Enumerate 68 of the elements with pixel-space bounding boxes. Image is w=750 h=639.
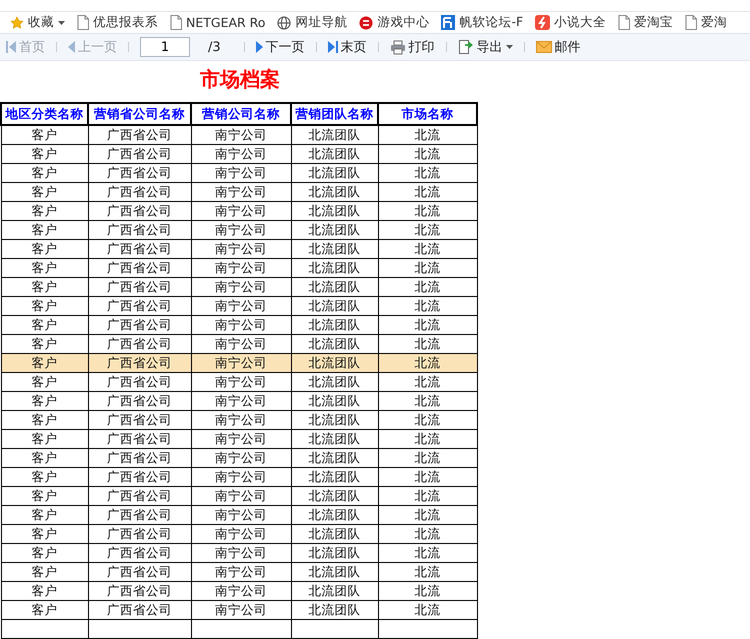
first-page-icon bbox=[6, 41, 16, 54]
table-row[interactable]: 客户 广西省公司 南宁公司 北流团队 北流 bbox=[1, 316, 477, 334]
table-row[interactable]: 客户 广西省公司 南宁公司 北流团队 北流 bbox=[1, 600, 477, 620]
novel-logo-icon bbox=[535, 15, 550, 30]
print-button[interactable]: 打印 bbox=[388, 38, 437, 56]
table-row[interactable]: 客户 广西省公司 南宁公司 北流团队 北流 bbox=[1, 544, 477, 562]
table-row[interactable]: 客户 广西省公司 南宁公司 北流团队 北流 bbox=[1, 392, 477, 410]
bookmark-link[interactable]: 收藏 bbox=[10, 14, 65, 32]
table-row[interactable]: 客户 广西省公司 南宁公司 北流团队 北流 bbox=[1, 220, 477, 240]
star-icon bbox=[10, 16, 24, 30]
previous-icon bbox=[68, 41, 75, 54]
document-icon bbox=[77, 15, 89, 30]
table-row[interactable]: 客户 广西省公司 南宁公司 北流团队 北流 bbox=[1, 410, 477, 430]
bookmark-link[interactable]: 帆软论坛-F bbox=[441, 14, 524, 32]
document-icon bbox=[618, 15, 630, 30]
bookmark-link[interactable]: 小说大全 bbox=[535, 14, 606, 32]
bookmark-link[interactable]: 优思报表系 bbox=[77, 14, 158, 32]
globe-icon bbox=[277, 16, 292, 30]
table-row[interactable]: 客户 广西省公司 南宁公司 北流团队 北流 bbox=[1, 448, 477, 468]
table-cell: 客户 bbox=[1, 600, 88, 620]
game-logo-icon bbox=[359, 16, 374, 30]
table-cell: 北流 bbox=[378, 600, 477, 620]
column-header: 地区分类名称 bbox=[1, 103, 88, 125]
table-row[interactable]: 客户 广西省公司 南宁公司 北流团队 北流 bbox=[1, 524, 477, 544]
column-header: 营销公司名称 bbox=[191, 103, 291, 125]
export-button[interactable]: 导出 bbox=[456, 38, 515, 56]
column-header: 市场名称 bbox=[378, 103, 477, 125]
bookmark-link[interactable]: 爱淘 bbox=[685, 14, 728, 32]
next-icon bbox=[256, 41, 263, 54]
table-cell: 广西省公司 bbox=[88, 600, 191, 620]
table-row[interactable]: 客户 广西省公司 南宁公司 北流团队 北流 bbox=[1, 164, 477, 182]
mail-icon bbox=[536, 41, 552, 54]
document-icon bbox=[685, 15, 698, 30]
table-row[interactable]: 客户 广西省公司 南宁公司 北流团队 北流 bbox=[1, 182, 477, 202]
table-row[interactable]: 客户 广西省公司 南宁公司 北流团队 北流 bbox=[1, 258, 477, 278]
column-header: 营销省公司名称 bbox=[88, 103, 191, 125]
forum-logo-icon bbox=[441, 15, 456, 30]
table-row[interactable]: 客户 广西省公司 南宁公司 北流团队 北流 bbox=[1, 144, 477, 164]
table-cell: 南宁公司 bbox=[191, 600, 291, 620]
next-page-button[interactable]: 下一页 bbox=[254, 38, 307, 56]
table-row[interactable]: 客户 广西省公司 南宁公司 北流团队 北流 bbox=[1, 582, 477, 600]
table-row[interactable]: 客户 广西省公司 南宁公司 北流团队 北流 bbox=[1, 125, 477, 144]
table-row[interactable]: 客户 广西省公司 南宁公司 北流团队 北流 bbox=[1, 430, 477, 448]
table-row[interactable]: 客户 广西省公司 南宁公司 北流团队 北流 bbox=[1, 334, 477, 354]
table-row[interactable]: 客户 广西省公司 南宁公司 北流团队 北流 bbox=[1, 506, 477, 524]
table-cell: 北流团队 bbox=[291, 600, 378, 620]
export-icon bbox=[458, 39, 474, 56]
table-row[interactable]: 客户 广西省公司 南宁公司 北流团队 北流 bbox=[1, 372, 477, 392]
table-row[interactable]: 客户 广西省公司 南宁公司 北流团队 北流 bbox=[1, 296, 477, 316]
bookmark-link[interactable]: 游戏中心 bbox=[359, 14, 430, 32]
last-page-button[interactable]: 末页 bbox=[326, 38, 369, 56]
bookmark-link[interactable]: NETGEAR Ro bbox=[170, 15, 266, 30]
page-total: /3 bbox=[208, 40, 221, 55]
bookmark-link[interactable]: 爱淘宝 bbox=[618, 14, 674, 32]
table-row[interactable]: 客户 广西省公司 南宁公司 北流团队 北流 bbox=[1, 354, 477, 372]
table-row[interactable]: 客户 广西省公司 南宁公司 北流团队 北流 bbox=[1, 278, 477, 296]
table-row[interactable]: 客户 广西省公司 南宁公司 北流团队 北流 bbox=[1, 202, 477, 220]
printer-icon bbox=[390, 40, 406, 55]
document-icon bbox=[170, 15, 182, 30]
last-page-icon bbox=[328, 41, 338, 54]
bookmark-link[interactable]: 网址导航 bbox=[277, 14, 348, 32]
mail-button[interactable]: 邮件 bbox=[534, 38, 583, 56]
report-title: 市场档案 bbox=[200, 66, 281, 93]
table-row[interactable]: 客户 广西省公司 南宁公司 北流团队 北流 bbox=[1, 240, 477, 258]
page-number-field[interactable]: 1 bbox=[140, 37, 190, 58]
table-row[interactable]: 客户 广西省公司 南宁公司 北流团队 北流 bbox=[1, 486, 477, 506]
table-row[interactable]: 客户 广西省公司 南宁公司 北流团队 北流 bbox=[1, 562, 477, 582]
table-row[interactable]: 客户 广西省公司 南宁公司 北流团队 北流 bbox=[1, 468, 477, 486]
